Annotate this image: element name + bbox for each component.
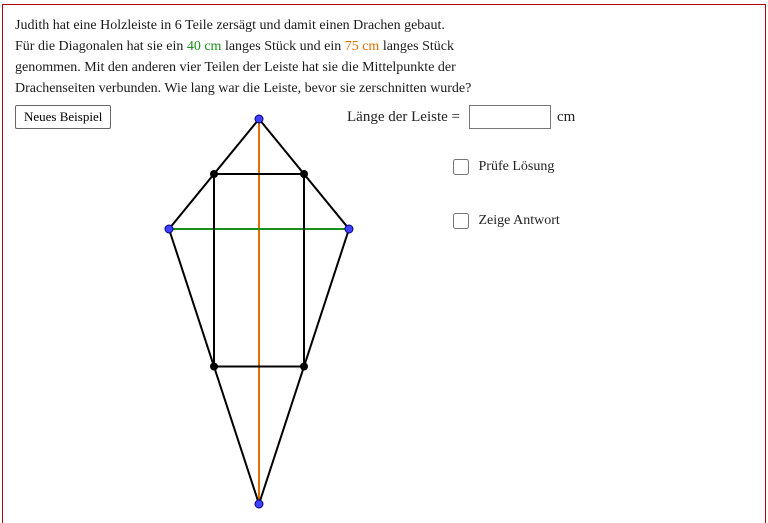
midpoint-bl [210, 363, 218, 371]
kite-svg [139, 109, 379, 519]
text-line2b: langes Stück und ein [221, 39, 344, 54]
vertex-top [255, 115, 263, 123]
show-answer-label: Zeige Antwort [479, 213, 560, 228]
diag2-value: 75 cm [345, 39, 380, 54]
show-answer-row: Zeige Antwort [453, 213, 560, 229]
midpoint-br [300, 363, 308, 371]
answer-input[interactable] [469, 105, 551, 129]
text-line2a: Für die Diagonalen hat sie ein [15, 39, 187, 54]
text-line1: Judith hat eine Holzleiste in 6 Teile ze… [15, 18, 445, 33]
check-solution-checkbox[interactable] [453, 159, 469, 175]
text-line3: genommen. Mit den anderen vier Teilen de… [15, 60, 456, 75]
check-solution-row: Prüfe Lösung [453, 159, 554, 175]
vertex-right [345, 225, 353, 233]
answer-unit: cm [557, 109, 575, 126]
text-line2c: langes Stück [379, 39, 454, 54]
diag1-value: 40 cm [187, 39, 222, 54]
show-answer-checkbox[interactable] [453, 213, 469, 229]
midpoint-tl [210, 170, 218, 178]
vertex-left [165, 225, 173, 233]
vertex-bottom [255, 500, 263, 508]
problem-text: Judith hat eine Holzleiste in 6 Teile ze… [15, 15, 753, 99]
new-example-button[interactable]: Neues Beispiel [15, 105, 111, 129]
kite-diagram [139, 109, 379, 519]
midpoint-tr [300, 170, 308, 178]
check-solution-label: Prüfe Lösung [479, 159, 555, 174]
text-line4: Drachenseiten verbunden. Wie lang war di… [15, 81, 471, 96]
